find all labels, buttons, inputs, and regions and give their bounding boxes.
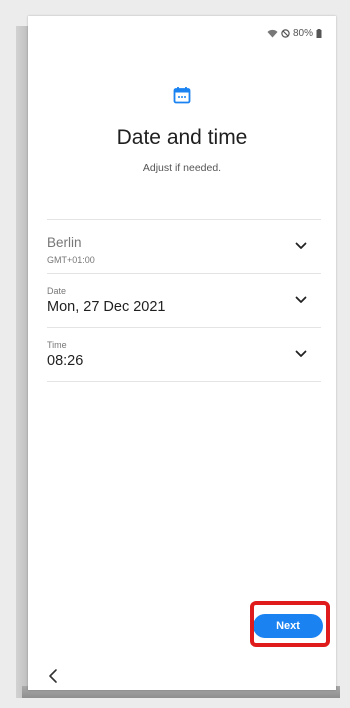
timezone-row[interactable]: Berlin GMT+01:00 [47,220,321,274]
back-button[interactable] [44,666,64,686]
chevron-down-icon[interactable] [295,242,307,250]
calendar-icon [173,87,191,104]
date-label: Date [47,286,67,296]
battery-icon [316,28,322,38]
time-label: Time [47,340,67,350]
chevron-down-icon[interactable] [295,296,307,304]
date-row[interactable]: Date Mon, 27 Dec 2021 [47,274,321,328]
timezone-value: Berlin [47,235,82,250]
screenshot-frame: 80% Date and time Adjust if needed. Berl… [0,0,350,708]
chevron-down-icon[interactable] [295,350,307,358]
date-time-settings-list: Berlin GMT+01:00 Date Mon, 27 Dec 2021 T… [47,219,321,382]
page-title: Date and time [116,126,248,149]
phone-screen: 80% Date and time Adjust if needed. Berl… [28,16,336,690]
chevron-left-icon [49,669,57,683]
date-value: Mon, 27 Dec 2021 [47,299,166,315]
page-subtitle: Adjust if needed. [142,162,222,174]
time-row[interactable]: Time 08:26 [47,328,321,382]
battery-percentage: 80% [292,27,313,39]
wifi-icon [267,29,278,37]
time-value: 08:26 [47,353,84,369]
do-not-disturb-icon [281,28,290,38]
timezone-offset: GMT+01:00 [47,255,95,265]
next-button[interactable]: Next [253,614,323,638]
status-bar: 80% [267,26,322,40]
